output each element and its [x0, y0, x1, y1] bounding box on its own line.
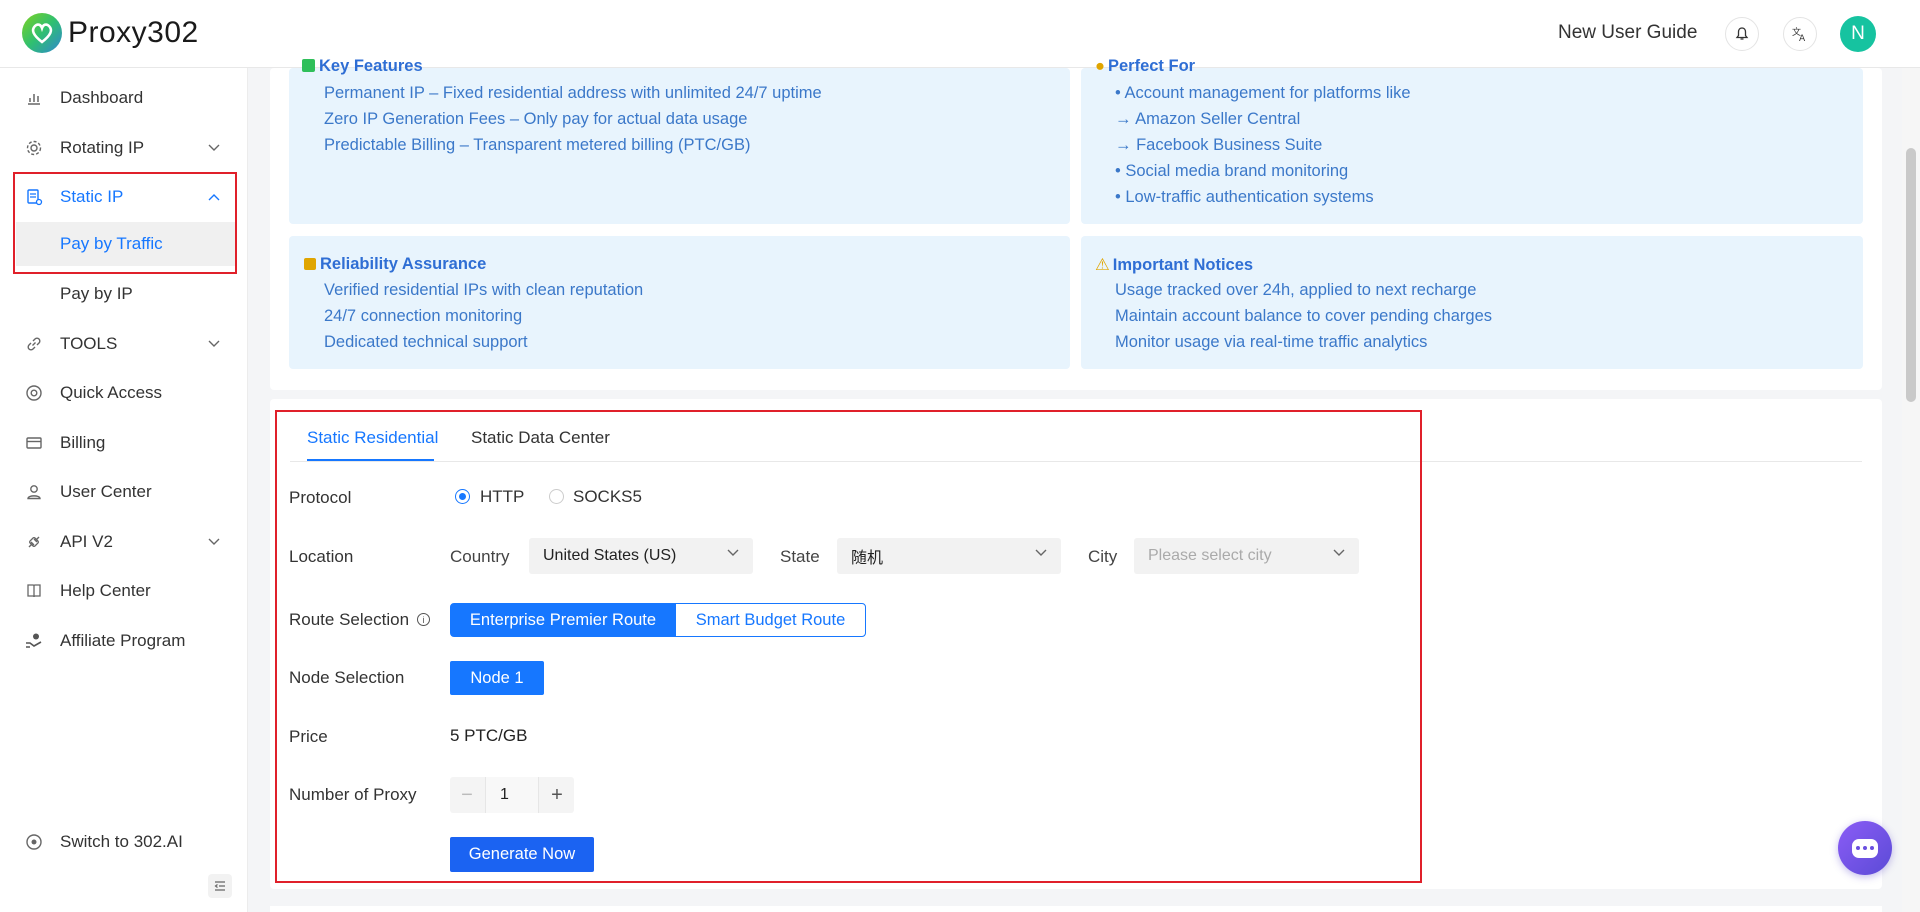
- warning-icon: ⚠: [1095, 256, 1110, 274]
- info-line: → Facebook Business Suite: [1115, 136, 1323, 154]
- sidebar-item-label: User Center: [60, 482, 152, 501]
- info-line: Zero IP Generation Fees – Only pay for a…: [324, 110, 748, 128]
- info-line: Dedicated technical support: [324, 333, 528, 351]
- info-line: • Account management for platforms like: [1115, 84, 1411, 102]
- sidebar-item-rotating-ip[interactable]: Rotating IP: [0, 126, 248, 170]
- link-icon: [24, 334, 44, 354]
- info-line: Maintain account balance to cover pendin…: [1115, 307, 1492, 325]
- logo[interactable]: Proxy302: [22, 13, 199, 53]
- switch-to-302ai-button[interactable]: Switch to 302.AI: [0, 820, 248, 864]
- info-line: → Amazon Seller Central: [1115, 110, 1301, 128]
- sidebar-item-billing[interactable]: Billing: [0, 421, 248, 465]
- info-line: • Social media brand monitoring: [1115, 162, 1349, 180]
- next-card: [270, 906, 1882, 912]
- collapse-sidebar-icon[interactable]: [208, 874, 232, 898]
- sidebar-item-label: Affiliate Program: [60, 631, 186, 650]
- sidebar-item-label: API V2: [60, 532, 113, 551]
- api-icon: [24, 532, 44, 552]
- sidebar-item-label: TOOLS: [60, 334, 118, 353]
- scrollbar-thumb[interactable]: [1906, 148, 1916, 402]
- target-icon: ●: [1095, 57, 1105, 75]
- check-icon: [302, 59, 315, 72]
- sidebar-item-label: Quick Access: [60, 383, 163, 402]
- perfect-for-title: ● Perfect For: [1095, 57, 1196, 75]
- info-line: Permanent IP – Fixed residential address…: [324, 84, 822, 102]
- new-user-guide-link[interactable]: New User Guide: [1558, 22, 1697, 44]
- user-icon: [24, 482, 44, 502]
- chrome-icon: [24, 383, 44, 403]
- info-line: Usage tracked over 24h, applied to next …: [1115, 281, 1477, 299]
- highlight-box-sidebar: [13, 172, 237, 274]
- affiliate-icon: [24, 631, 44, 651]
- sidebar-item-quick-access[interactable]: Quick Access: [0, 371, 248, 415]
- logo-text: Proxy302: [68, 16, 199, 49]
- gear-icon: [24, 138, 44, 158]
- switch-label: Switch to 302.AI: [60, 832, 183, 851]
- translate-icon[interactable]: 文A: [1783, 17, 1817, 51]
- book-icon: [24, 581, 44, 601]
- switch-icon: [24, 832, 44, 852]
- sidebar-item-help-center[interactable]: Help Center: [0, 569, 248, 613]
- chevron-down-icon: [208, 141, 220, 155]
- sidebar-item-label: Help Center: [60, 581, 151, 600]
- sidebar-item-pay-by-ip[interactable]: Pay by IP: [16, 272, 236, 316]
- info-line: 24/7 connection monitoring: [324, 307, 523, 325]
- chevron-down-icon: [208, 535, 220, 549]
- chat-icon: [1852, 838, 1878, 858]
- logo-mark-icon: [22, 13, 62, 53]
- info-line: Verified residential IPs with clean repu…: [324, 281, 644, 299]
- sidebar-item-label: Dashboard: [60, 88, 144, 107]
- chat-support-button[interactable]: [1838, 821, 1892, 875]
- credit-card-icon: [24, 433, 44, 453]
- sidebar-item-tools[interactable]: TOOLS: [0, 322, 248, 366]
- sidebar-item-api-v2[interactable]: API V2: [0, 520, 248, 564]
- avatar[interactable]: N: [1840, 16, 1876, 52]
- key-features-title: Key Features: [302, 57, 423, 76]
- chevron-down-icon: [208, 337, 220, 351]
- lock-icon: [304, 258, 316, 270]
- highlight-box-form: [275, 410, 1422, 883]
- info-line: Predictable Billing – Transparent metere…: [324, 136, 751, 154]
- info-line: • Low-traffic authentication systems: [1115, 188, 1374, 206]
- top-header: Proxy302 New User Guide 文A N: [0, 0, 1920, 68]
- sidebar-item-affiliate-program[interactable]: Affiliate Program: [0, 619, 248, 663]
- info-line: Monitor usage via real-time traffic anal…: [1115, 333, 1428, 351]
- reliability-title: Reliability Assurance: [304, 255, 486, 274]
- sidebar-item-label: Rotating IP: [60, 138, 145, 157]
- svg-text:A: A: [1799, 34, 1806, 43]
- bar-chart-icon: [24, 88, 44, 108]
- sidebar-item-label: Billing: [60, 433, 106, 452]
- notices-title: ⚠ Important Notices: [1095, 256, 1254, 274]
- bell-icon[interactable]: [1725, 17, 1759, 51]
- sidebar-item-user-center[interactable]: User Center: [0, 470, 248, 514]
- sidebar-item-dashboard[interactable]: Dashboard: [0, 76, 248, 120]
